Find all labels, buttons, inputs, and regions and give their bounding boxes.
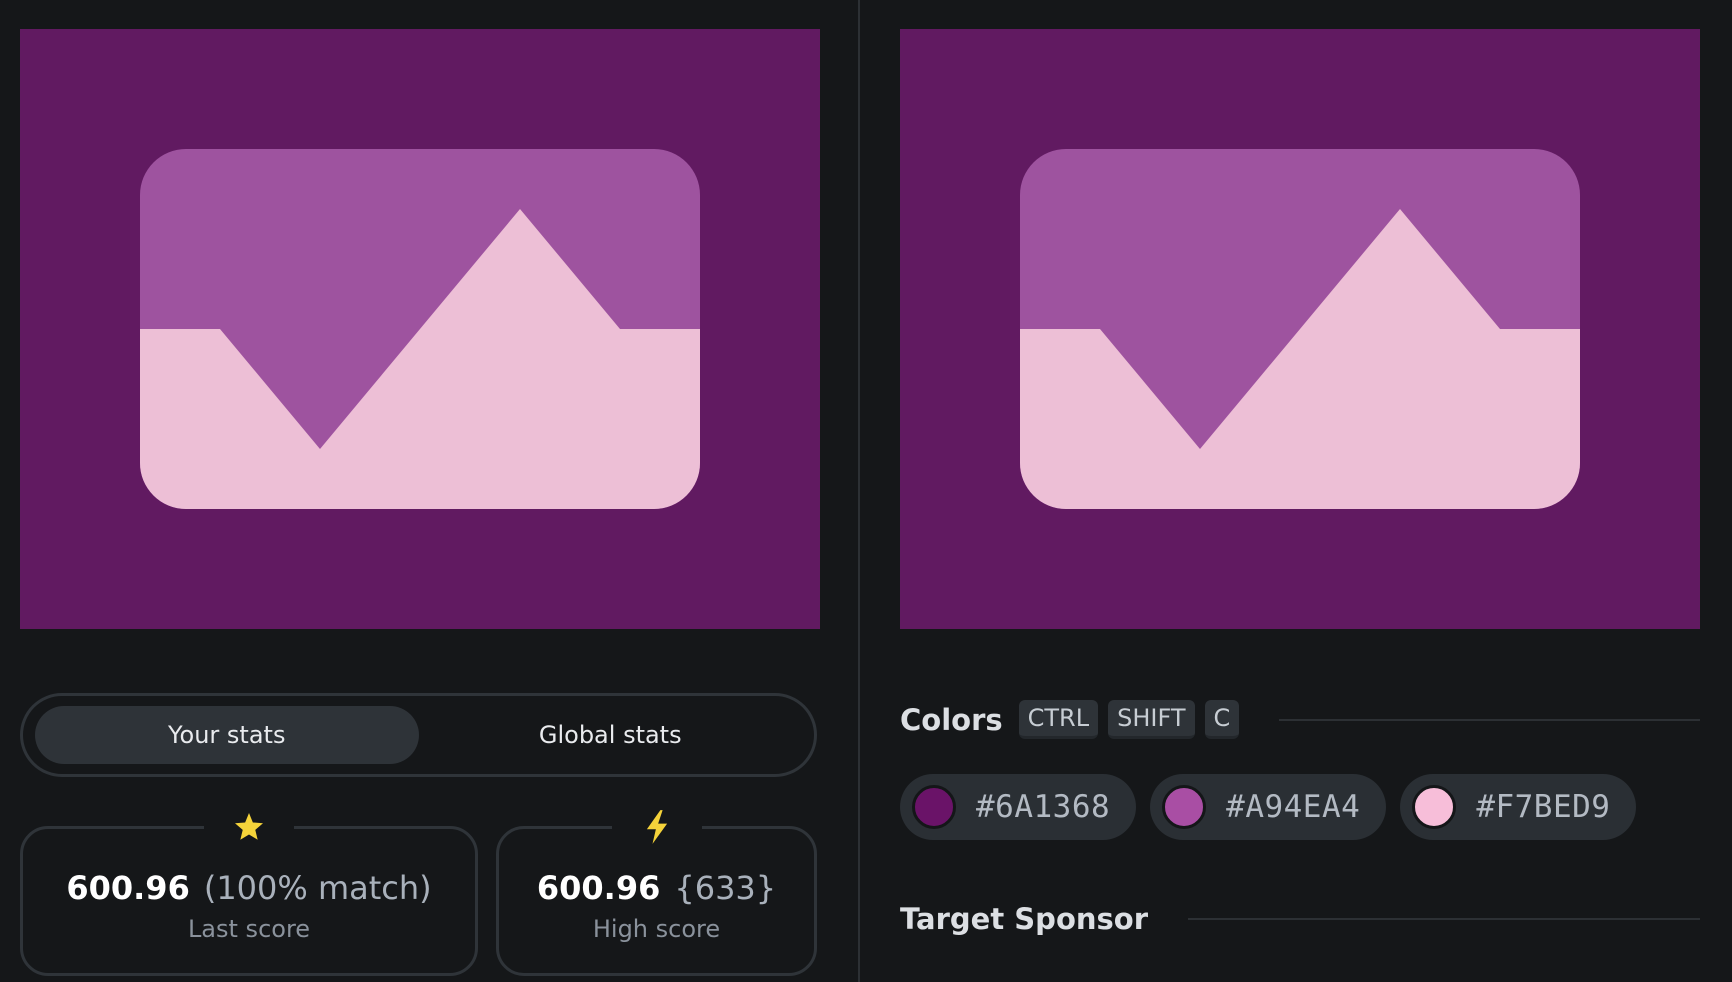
last-score-label: Last score <box>187 915 311 943</box>
high-score-card: 600.96 {633} High score <box>496 807 817 976</box>
output-canvas[interactable] <box>20 29 820 629</box>
output-render <box>20 29 820 629</box>
shortcut-key-shift: SHIFT <box>1108 700 1195 739</box>
high-score-label: High score <box>592 915 721 943</box>
stats-toggle: Your stats Global stats <box>20 693 817 777</box>
target-render <box>900 29 1700 629</box>
colors-title: Colors <box>900 702 1003 737</box>
last-score-value: 600.96 <box>66 869 190 907</box>
color-hex: #F7BED9 <box>1476 789 1611 825</box>
color-dot <box>1412 785 1457 829</box>
colors-header: Colors CTRL SHIFT C <box>900 700 1700 739</box>
color-dot <box>1162 785 1207 829</box>
tab-global-stats[interactable]: Global stats <box>419 706 803 764</box>
target-canvas[interactable] <box>900 29 1700 629</box>
shortcut-key-c: C <box>1204 700 1240 739</box>
color-hex: #A94EA4 <box>1226 789 1361 825</box>
color-dot <box>912 785 956 829</box>
color-swatches: #6A1368 #A94EA4 #F7BED9 <box>900 774 1637 840</box>
color-hex: #6A1368 <box>976 789 1111 825</box>
panel-divider <box>858 0 860 982</box>
color-swatch[interactable]: #A94EA4 <box>1150 774 1387 840</box>
colors-rule <box>1279 718 1700 721</box>
last-score-match: (100% match) <box>203 869 432 907</box>
star-icon <box>204 807 294 847</box>
sponsor-header: Target Sponsor <box>900 902 1700 936</box>
color-swatch[interactable]: #F7BED9 <box>1400 774 1637 840</box>
lightning-bolt-icon <box>611 807 702 847</box>
shortcut-key-ctrl: CTRL <box>1018 700 1099 739</box>
sponsor-title: Target Sponsor <box>900 902 1149 936</box>
high-score-line: 600.96 {633} <box>537 869 776 907</box>
high-score-value: 600.96 <box>536 869 661 907</box>
last-score-line: 600.96 (100% match) <box>66 869 431 907</box>
color-swatch[interactable]: #6A1368 <box>900 774 1137 840</box>
high-score-chars: {633} <box>674 869 777 907</box>
sponsor-rule <box>1188 918 1700 920</box>
last-score-card: 600.96 (100% match) Last score <box>20 807 478 976</box>
css-battle-page: Your stats Global stats 600.96 (100% mat… <box>0 0 1732 982</box>
tab-your-stats[interactable]: Your stats <box>35 706 419 764</box>
